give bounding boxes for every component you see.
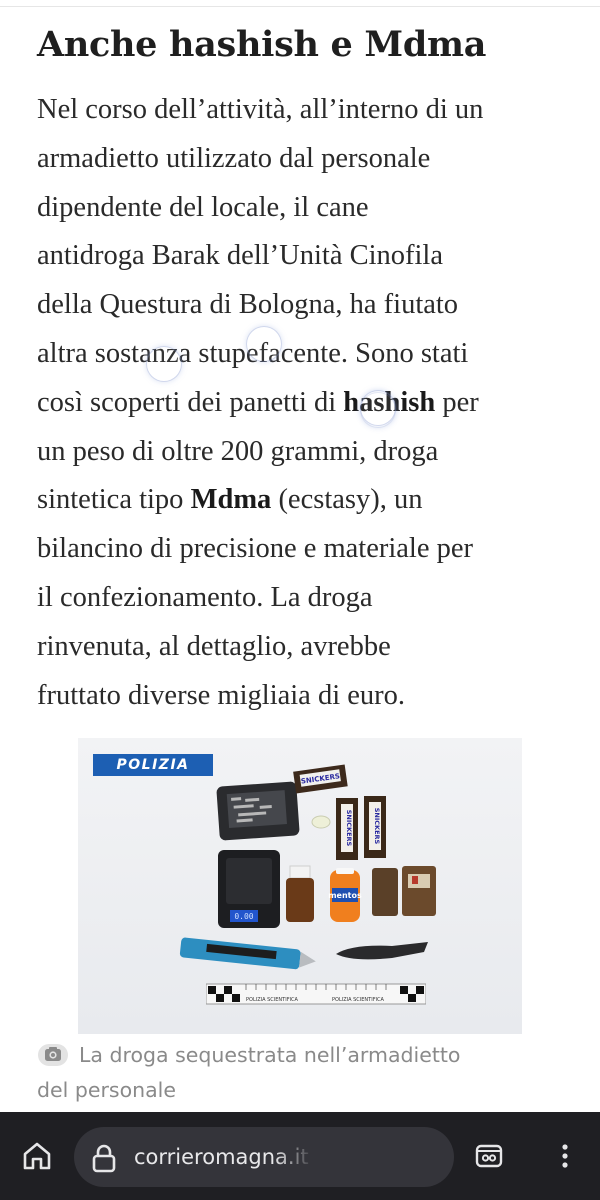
text-segment: bilancino di precisione e materiale per (37, 533, 474, 565)
forensic-ruler: POLIZIA SCIENTIFICA POLIZIA SCIENTIFICA (206, 983, 426, 1005)
text-segment: Nel corso dell’attività, all’interno di … (37, 94, 484, 125)
caption-line-2: del personale (37, 1078, 176, 1102)
article-headline: Anche hashish e Mdma (37, 24, 487, 65)
tab-switcher-icon[interactable] (472, 1139, 506, 1173)
text-segment: antidroga Barak dell’Unità Cinofila (37, 240, 443, 272)
article-body-line: altra sostanza stupefacente. Sono stati (37, 330, 577, 379)
ruler-label-left: POLIZIA SCIENTIFICA (246, 997, 299, 1003)
article-body-line: così scoperti dei panetti di hashish per (37, 379, 577, 428)
touch-ripple (360, 392, 396, 428)
digital-scale: 0.00 (218, 850, 280, 928)
top-divider (0, 6, 600, 7)
article-body: Nel corso dell’attività, all’interno di … (37, 86, 577, 720)
bold-keyword: Mdma (190, 484, 272, 516)
touch-ripple (246, 326, 282, 362)
text-segment: armadietto utilizzato dal personale (37, 142, 431, 174)
text-segment: dipendente del locale, il cane (37, 191, 369, 223)
text-segment: il confezionamento. La droga (37, 581, 373, 613)
svg-text:SNICKERS: SNICKERS (373, 808, 381, 845)
scale-display: 0.00 (234, 912, 253, 921)
evidence-photo[interactable]: POLIZIA SNICKERS SNICKERS SNICKERS 0.00 … (78, 738, 522, 1034)
svg-text:mentos: mentos (328, 891, 362, 900)
article-body-line: armadietto utilizzato dal personale (37, 135, 577, 184)
article-body-line: Nel corso dell’attività, all’interno di … (37, 86, 577, 135)
polizia-badge: POLIZIA (93, 754, 213, 776)
ruler-label-right: POLIZIA SCIENTIFICA (332, 997, 385, 1003)
brown-bottle (286, 865, 314, 922)
camera-icon (38, 1044, 68, 1066)
article-body-line: sintetica tipo Mdma (ecstasy), un (37, 476, 577, 525)
caption-line-1: La droga sequestrata nell’armadietto (79, 1043, 461, 1067)
hashish-blocks (372, 866, 436, 916)
article-body-line: antidroga Barak dell’Unità Cinofila (37, 232, 577, 281)
article-body-line: rinvenuta, al dettaglio, avrebbe (37, 623, 577, 672)
cutter-knife (179, 937, 316, 970)
lock-icon (92, 1144, 116, 1173)
article-content: Anche hashish e Mdma Nel corso dell’atti… (0, 0, 600, 1112)
mentos-container: mentos (328, 868, 362, 922)
touch-ripple (146, 346, 182, 382)
text-segment: della Questura di Bologna, ha fiutato (37, 289, 459, 321)
article-body-line: il confezionamento. La droga (37, 574, 577, 623)
folding-knife (336, 942, 428, 960)
text-segment: (ecstasy), un (271, 484, 423, 516)
article-body-line: bilancino di precisione e materiale per (37, 525, 577, 574)
svg-text:SNICKERS: SNICKERS (345, 810, 353, 847)
article-body-line: un peso di oltre 200 grammi, droga (37, 428, 577, 477)
snickers-bars: SNICKERS SNICKERS SNICKERS (293, 764, 386, 860)
text-segment: un peso di oltre 200 grammi, droga (37, 435, 439, 467)
article-body-line: della Questura di Bologna, ha fiutato (37, 281, 577, 330)
text-segment: fruttato diverse migliaia di euro. (37, 679, 406, 711)
photo-caption: La droga sequestrata nell’armadietto del… (37, 1038, 567, 1108)
article-body-line: fruttato diverse migliaia di euro. (37, 672, 577, 721)
text-segment: sintetica tipo (37, 484, 191, 516)
home-icon[interactable] (20, 1139, 54, 1173)
url-fade (274, 1139, 314, 1175)
text-segment: per (435, 386, 479, 418)
more-menu-icon[interactable] (548, 1139, 582, 1173)
text-segment: così scoperti dei panetti di (37, 386, 344, 418)
article-body-line: dipendente del locale, il cane (37, 184, 577, 233)
text-segment: rinvenuta, al dettaglio, avrebbe (37, 630, 391, 662)
